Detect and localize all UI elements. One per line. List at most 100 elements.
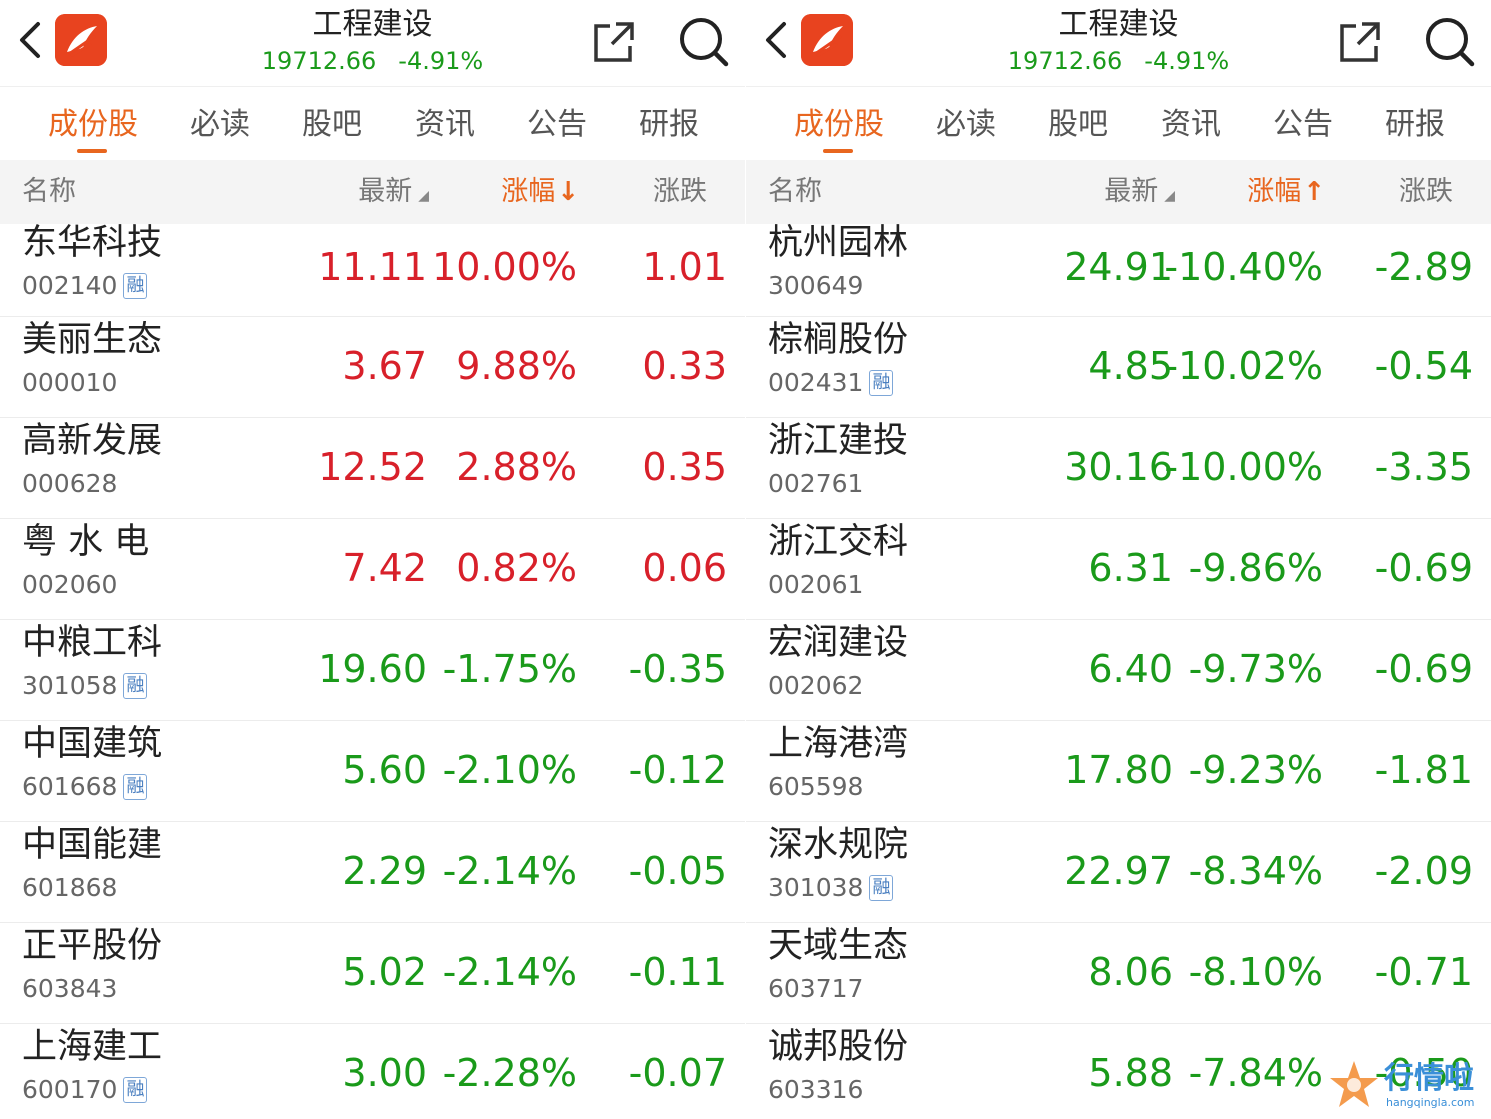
stock-change-percent: 2.88% [456,445,577,489]
stock-change-amount: -1.81 [1374,748,1473,792]
tab-constituents[interactable]: 成份股 [37,87,149,159]
stock-name: 正平股份 [22,926,163,966]
stock-latest-price: 30.16 [1064,445,1173,489]
back-arrow-icon[interactable] [760,18,790,62]
sort-indicator-icon: ◢ [1164,188,1175,204]
tab-research[interactable]: 研报 [613,87,725,159]
stock-row[interactable]: 棕榈股份 002431 融 4.85 -10.02% -0.54 [746,317,1491,418]
stock-row[interactable]: 正平股份 603843 5.02 -2.14% -0.11 [0,923,745,1024]
stock-change-amount: -0.69 [1374,546,1473,590]
column-header-row: 名称 最新 ◢ 涨幅↓ 涨跌 [0,160,745,224]
tab-constituents[interactable]: 成份股 [783,87,895,159]
stock-row[interactable]: 美丽生态 000010 3.67 9.88% 0.33 [0,317,745,418]
stock-change-amount: 0.33 [642,344,727,388]
stock-code-line: 002060 [22,570,117,600]
watermark-url: hangqingla.com [1386,1096,1475,1109]
stock-latest-price: 7.42 [342,546,427,590]
stock-change-amount: 0.35 [642,445,727,489]
stock-change-percent: 0.82% [456,546,577,590]
stock-code: 002140 [22,271,118,300]
stock-row[interactable]: 宏润建设 002062 6.40 -9.73% -0.69 [746,620,1491,721]
stock-code-line: 301038 融 [768,873,894,903]
stock-code-line: 300649 [768,271,863,301]
stock-code: 603843 [22,974,118,1003]
stock-change-amount: -0.71 [1374,950,1473,994]
stock-row[interactable]: 上海港湾 605598 17.80 -9.23% -1.81 [746,721,1491,822]
stock-code-line: 002140 融 [22,271,148,301]
stock-change-amount: -0.12 [628,748,727,792]
column-change[interactable]: 涨幅↑ [1247,160,1325,224]
tab-forum[interactable]: 股吧 [276,87,388,159]
stock-change-amount: -3.35 [1374,445,1473,489]
stock-latest-price: 11.11 [318,245,427,289]
column-change[interactable]: 涨幅↓ [501,160,579,224]
column-name[interactable]: 名称 [768,160,822,224]
stock-name: 高新发展 [22,421,163,461]
stock-list: 东华科技 002140 融 11.11 10.00% 1.01 美丽生态 000010 3.67… [0,223,745,1119]
stock-latest-price: 5.60 [342,748,427,792]
page-title: 工程建设 [1058,7,1179,42]
stock-row[interactable]: 粤 水 电 002060 7.42 0.82% 0.06 [0,519,745,620]
stock-change-percent: -10.00% [1164,445,1323,489]
stock-latest-price: 12.52 [318,445,427,489]
share-icon[interactable] [1336,18,1384,66]
stock-row[interactable]: 中粮工科 301058 融 19.60 -1.75% -0.35 [0,620,745,721]
stock-row[interactable]: 高新发展 000628 12.52 2.88% 0.35 [0,418,745,519]
stock-latest-price: 17.80 [1064,748,1173,792]
stock-code-line: 603843 [22,974,117,1004]
stock-name: 杭州园林 [768,223,909,263]
tab-announcements[interactable]: 公告 [501,87,613,159]
search-icon[interactable] [1422,14,1476,68]
tab-news[interactable]: 资讯 [389,87,501,159]
share-icon[interactable] [590,18,638,66]
stock-change-percent: -2.10% [442,748,577,792]
stock-row[interactable]: 杭州园林 300649 24.91 -10.40% -2.89 [746,223,1491,317]
active-tab-indicator [77,149,107,153]
stock-change-amount: -0.05 [628,849,727,893]
stock-row[interactable]: 上海建工 600170 融 3.00 -2.28% -0.07 [0,1024,745,1119]
index-quote: 19712.66 -4.91% [240,44,505,78]
column-name[interactable]: 名称 [22,160,76,224]
stock-code-line: 002431 融 [768,368,894,398]
stock-row[interactable]: 中国建筑 601668 融 5.60 -2.10% -0.12 [0,721,745,822]
stock-latest-price: 6.40 [1088,647,1173,691]
stock-code: 601868 [22,873,118,902]
stock-row[interactable]: 浙江交科 002061 6.31 -9.86% -0.69 [746,519,1491,620]
index-change: -4.91% [398,47,484,75]
stock-name: 天域生态 [768,926,909,966]
column-latest[interactable]: 最新 ◢ [358,160,429,228]
stock-name: 上海建工 [22,1027,163,1067]
stock-code-line: 002061 [768,570,863,600]
stock-code: 603316 [768,1075,864,1104]
stock-row[interactable]: 深水规院 301038 融 22.97 -8.34% -2.09 [746,822,1491,923]
column-latest[interactable]: 最新 ◢ [1104,160,1175,228]
column-diff[interactable]: 涨跌 [1399,160,1453,224]
stock-row[interactable]: 中国能建 601868 2.29 -2.14% -0.05 [0,822,745,923]
search-icon[interactable] [676,14,730,68]
index-value: 19712.66 [1007,47,1123,75]
stock-change-percent: -7.84% [1188,1051,1323,1095]
stock-change-percent: -10.40% [1164,245,1323,289]
column-diff[interactable]: 涨跌 [653,160,707,224]
stock-code: 300649 [768,271,864,300]
stock-name: 东华科技 [22,223,163,263]
title-block: 工程建设 19712.66 -4.91% [986,6,1251,78]
top-bar: 工程建设 19712.66 -4.91% [0,0,745,87]
tab-research[interactable]: 研报 [1359,87,1471,159]
stock-name: 宏润建设 [768,623,909,663]
stock-row[interactable]: 天域生态 603717 8.06 -8.10% -0.71 [746,923,1491,1024]
tab-must-read[interactable]: 必读 [164,87,276,159]
stock-code: 600170 [22,1075,118,1104]
tab-news[interactable]: 资讯 [1135,87,1247,159]
stock-code: 301058 [22,671,118,700]
tab-forum[interactable]: 股吧 [1022,87,1134,159]
tab-announcements[interactable]: 公告 [1247,87,1359,159]
stock-row[interactable]: 东华科技 002140 融 11.11 10.00% 1.01 [0,223,745,317]
tab-must-read[interactable]: 必读 [910,87,1022,159]
stock-panel-left: 工程建设 19712.66 -4.91% 成份股 必读 股吧 资讯 公告 研报 名… [0,0,745,1119]
stock-change-amount: 1.01 [642,245,727,289]
stock-row[interactable]: 浙江建投 002761 30.16 -10.00% -3.35 [746,418,1491,519]
watermark-text: 行情啦 [1384,1061,1474,1096]
back-arrow-icon[interactable] [14,18,44,62]
stock-code: 000628 [22,469,118,498]
